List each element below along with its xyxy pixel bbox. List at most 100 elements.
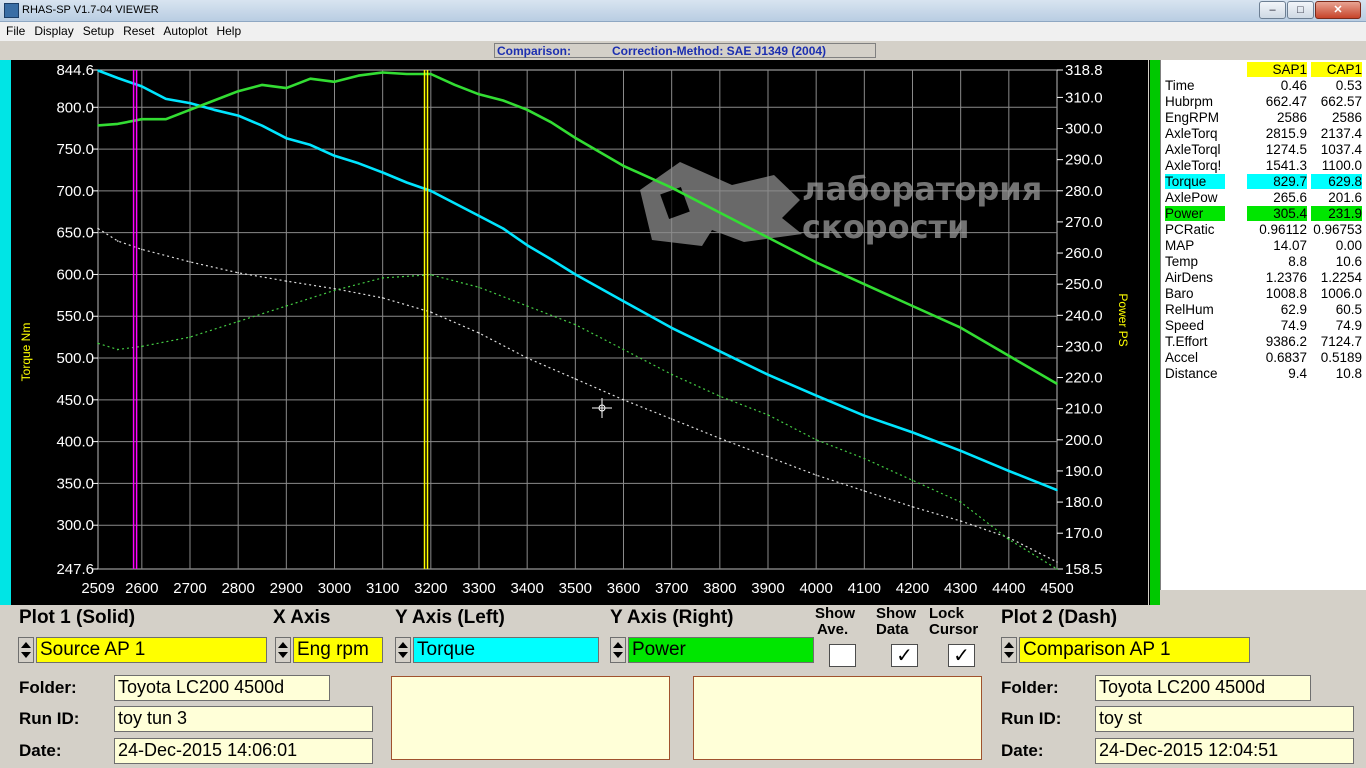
readout-name: Time: [1165, 78, 1195, 93]
run1-notes-box[interactable]: [391, 676, 670, 760]
show-data-checkbox[interactable]: ✓: [891, 644, 918, 667]
series-point-2: [261, 84, 264, 86]
y-right-tick-label: 158.5: [1065, 561, 1103, 578]
lock-cursor-label-2: Cursor: [929, 621, 979, 638]
readout-name: AirDens: [1165, 270, 1214, 285]
series-point-1: [381, 171, 384, 174]
series-point-3: [430, 311, 432, 313]
spin-down-icon[interactable]: [613, 652, 623, 658]
menu-file[interactable]: File: [0, 22, 28, 38]
series-point-3: [526, 357, 528, 359]
run2-date-field[interactable]: 24-Dec-2015 12:04:51: [1095, 738, 1354, 764]
series-point-1: [116, 77, 119, 79]
y-left-tick-label: 600.0: [56, 266, 94, 283]
series-point-1: [863, 414, 866, 417]
readout-name: AxleTorq: [1165, 126, 1218, 141]
menu-reset[interactable]: Reset: [117, 22, 157, 38]
maximize-button[interactable]: □: [1287, 1, 1314, 19]
readout-name: AxleTorql: [1165, 142, 1221, 157]
menu-setup[interactable]: Setup: [77, 22, 117, 38]
chart-svg[interactable]: лаборатория скорости 2509 2600 2700 2800 290…: [12, 60, 1148, 605]
run1-runid-field[interactable]: toy tun 3: [114, 706, 373, 732]
minimize-button[interactable]: –: [1259, 1, 1286, 19]
series-point-3: [381, 297, 384, 299]
readout-name: AxlePow: [1165, 190, 1218, 205]
title-bar: RHAS-SP V1.7-04 VIEWER – □ ✕: [0, 0, 1366, 22]
y-right-tick-label: 240.0: [1065, 307, 1103, 324]
readout-value-cap1: 10.8: [1335, 366, 1362, 381]
readout-row: Speed 74.9 74.9: [1161, 318, 1366, 334]
plot2-source-field[interactable]: Comparison AP 1: [1019, 637, 1250, 663]
series-point-3: [719, 437, 721, 440]
series-point-2: [189, 109, 191, 111]
readout-value-sap1: 0.6837: [1265, 350, 1307, 365]
y-right-spinner[interactable]: [610, 637, 626, 663]
readout-name: Distance: [1165, 366, 1218, 381]
run2-date-label: Date:: [1001, 741, 1044, 760]
menu-display[interactable]: Display: [28, 22, 76, 38]
readout-value-sap1: 0.96112: [1259, 222, 1307, 237]
readout-value-sap1: 829.7: [1247, 174, 1307, 189]
spin-down-icon[interactable]: [278, 652, 288, 658]
x-tick-label: 3300: [462, 580, 495, 597]
menu-help[interactable]: Help: [210, 22, 244, 38]
series-point-4: [911, 479, 914, 482]
x-tick-label: 2700: [173, 580, 206, 597]
spin-up-icon[interactable]: [398, 642, 408, 648]
run1-date-field[interactable]: 24-Dec-2015 14:06:01: [114, 738, 373, 764]
x-axis-field[interactable]: Eng rpm: [293, 637, 383, 663]
series-point-1: [213, 108, 215, 111]
readout-name: Torque: [1165, 174, 1225, 189]
series-point-2: [165, 118, 167, 120]
y-left-spinner[interactable]: [395, 637, 411, 663]
spin-up-icon[interactable]: [613, 642, 623, 648]
y-right-tick-label: 290.0: [1065, 152, 1103, 169]
y-left-field[interactable]: Torque: [413, 637, 599, 663]
readout-name: Speed: [1165, 318, 1205, 333]
y-left-tick-label: 300.0: [56, 517, 94, 534]
run1-folder-field[interactable]: Toyota LC200 4500d: [114, 675, 330, 701]
readout-name: EngRPM: [1165, 110, 1220, 125]
spin-up-icon[interactable]: [21, 642, 31, 648]
plot1-source-field[interactable]: Source AP 1: [36, 637, 267, 663]
run2-runid-field[interactable]: toy st: [1095, 706, 1354, 732]
show-ave-checkbox[interactable]: [829, 644, 856, 667]
readout-value-sap1: 1541.3: [1265, 158, 1307, 173]
show-ave-label-1: Show: [815, 605, 855, 622]
chart-plot[interactable]: лаборатория скорости 2509 2600 2700 2800 290…: [12, 60, 1148, 605]
y-axis-right-select-label: Y Axis (Right): [610, 607, 734, 628]
series-point-3: [97, 227, 99, 230]
spin-down-icon[interactable]: [1004, 652, 1014, 658]
plot1-spinner[interactable]: [18, 637, 34, 663]
y-right-tick-label: 270.0: [1065, 214, 1103, 231]
readout-value-sap1: 74.9: [1280, 318, 1307, 333]
y-right-tick-label: 318.8: [1065, 62, 1103, 79]
run2-folder-field[interactable]: Toyota LC200 4500d: [1095, 675, 1311, 701]
x-tick-label: 3000: [318, 580, 351, 597]
series-point-4: [116, 348, 119, 351]
series-point-1: [237, 114, 239, 117]
series-line-1: [97, 69, 1058, 492]
readout-name: Accel: [1165, 350, 1199, 365]
y-right-field[interactable]: Power: [628, 637, 814, 663]
menu-autoplot[interactable]: Autoplot: [157, 22, 210, 38]
readout-value-cap1: 1037.4: [1320, 142, 1362, 157]
plot2-spinner[interactable]: [1001, 637, 1017, 663]
x-axis-spinner[interactable]: [275, 637, 291, 663]
series-point-3: [478, 332, 480, 334]
spin-down-icon[interactable]: [21, 652, 31, 658]
y-axis-right-label: Power PS: [1116, 293, 1130, 346]
series-point-2: [116, 123, 119, 125]
run2-notes-box[interactable]: [693, 676, 982, 760]
spin-up-icon[interactable]: [1004, 642, 1014, 648]
lock-cursor-checkbox[interactable]: ✓: [948, 644, 975, 667]
readout-row: MAP 14.07 0.00: [1161, 238, 1366, 254]
series-point-4: [1008, 538, 1010, 541]
close-button[interactable]: ✕: [1315, 1, 1361, 19]
spin-up-icon[interactable]: [278, 642, 288, 648]
series-point-4: [430, 274, 432, 276]
readout-name: MAP: [1165, 238, 1195, 253]
show-data-label-2: Data: [876, 621, 909, 638]
spin-down-icon[interactable]: [398, 652, 408, 658]
series-point-2: [381, 71, 384, 74]
